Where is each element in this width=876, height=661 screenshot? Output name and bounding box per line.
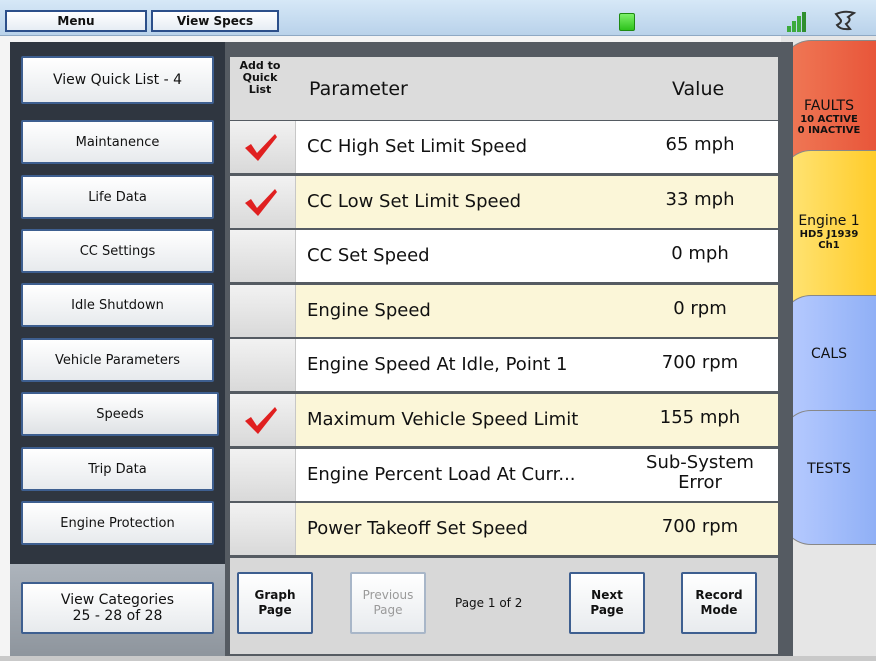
parameter-name: Engine Speed: [307, 299, 431, 321]
parameter-name: Maximum Vehicle Speed Limit: [307, 409, 579, 430]
table-row[interactable]: CC Low Set Limit Speed 33 mph: [230, 175, 778, 228]
sidebar-item-trip-data[interactable]: Trip Data: [21, 447, 214, 491]
parameter-name: CC High Set Limit Speed: [307, 136, 527, 157]
parameter-value-line1: 33 mph: [665, 188, 735, 210]
menu-button[interactable]: Menu: [5, 10, 147, 32]
table-row[interactable]: Engine Speed At Idle, Point 1 700 rpm: [230, 339, 778, 392]
sidebar-item-engine-protection[interactable]: Engine Protection: [21, 501, 214, 545]
parameter-value: Sub-System Error: [625, 451, 775, 493]
column-header-parameter: Parameter: [309, 78, 408, 100]
quick-list-checkbox[interactable]: [230, 284, 296, 337]
quick-list-checkbox[interactable]: [230, 121, 296, 173]
status-led-icon: [619, 13, 635, 31]
column-header-quick-line3: List: [248, 83, 272, 96]
parameter-value: 33 mph: [625, 188, 775, 210]
parameter-value: 0 rpm: [625, 297, 775, 319]
previous-page-line1: Previous: [362, 588, 414, 602]
parameter-name: CC Low Set Limit Speed: [307, 190, 522, 212]
graph-page-line1: Graph: [254, 588, 296, 602]
tab-faults-inactive: 0 INACTIVE: [797, 125, 861, 136]
checkmark-icon: [245, 134, 277, 161]
graph-page-line2: Page: [258, 603, 292, 617]
column-header-value: Value: [672, 78, 725, 100]
table-row[interactable]: Engine Percent Load At Curr... Sub-System…: [230, 448, 778, 501]
checkmark-icon: [245, 407, 277, 434]
sidebar-item-life-data[interactable]: Life Data: [21, 175, 214, 219]
tab-cals-title: CALS: [810, 346, 848, 362]
parameter-name: Power Takeoff Set Speed: [307, 518, 528, 540]
column-header-quick-list: Add to Quick List: [230, 60, 290, 96]
parameter-name: Engine Speed At Idle, Point 1: [307, 354, 568, 376]
quick-list-checkbox[interactable]: [230, 394, 296, 446]
brand-logo-icon: [834, 10, 857, 31]
app-window: Menu View Specs FAULTS 10 ACTIVE 0 INACT…: [0, 0, 876, 661]
quick-list-checkbox[interactable]: [230, 175, 296, 228]
tab-engine-protocol: HD5 J1939: [799, 229, 859, 240]
view-quick-list-button[interactable]: View Quick List - 4: [21, 56, 214, 104]
view-specs-button[interactable]: View Specs: [151, 10, 279, 32]
parameter-name: Engine Percent Load At Curr...: [307, 463, 576, 485]
next-page-line1: Next: [591, 588, 623, 602]
parameter-value: 700 rpm: [625, 353, 775, 373]
view-categories-label: View Categories: [60, 592, 175, 608]
record-mode-button[interactable]: Record Mode: [681, 572, 757, 634]
parameter-value: 155 mph: [625, 408, 775, 428]
previous-page-button[interactable]: Previous Page: [350, 572, 426, 634]
parameter-value-line1: Sub-System: [646, 451, 754, 473]
tab-engine-title: Engine 1: [798, 213, 860, 229]
tab-faults-active: 10 ACTIVE: [800, 114, 858, 125]
signal-bars-icon: [787, 12, 807, 32]
page-indicator: Page 1 of 2: [455, 596, 523, 610]
tab-tests-title: TESTS: [807, 461, 851, 477]
tab-faults-title: FAULTS: [804, 98, 854, 114]
checkmark-icon: [245, 188, 277, 216]
sidebar-item-cc-settings[interactable]: CC Settings: [21, 229, 214, 273]
quick-list-checkbox[interactable]: [230, 339, 296, 392]
table-row[interactable]: CC Set Speed 0 mph: [230, 230, 778, 283]
record-mode-line1: Record: [695, 588, 743, 602]
previous-page-line2: Page: [373, 603, 403, 617]
view-categories-button[interactable]: View Categories 25 - 28 of 28: [21, 582, 214, 634]
tab-tests[interactable]: TESTS: [781, 410, 876, 545]
parameter-value-line1: 700 rpm: [661, 516, 739, 538]
graph-page-button[interactable]: Graph Page: [237, 572, 313, 634]
tab-engine[interactable]: Engine 1 HD5 J1939 Ch1: [781, 150, 876, 310]
record-mode-line2: Mode: [700, 603, 738, 617]
next-page-button[interactable]: Next Page: [569, 572, 645, 634]
sidebar-item-idle-shutdown[interactable]: Idle Shutdown: [21, 283, 214, 327]
quick-list-checkbox[interactable]: [230, 448, 296, 501]
parameter-value-line1: 155 mph: [659, 407, 741, 428]
parameter-value: 700 rpm: [625, 517, 775, 537]
quick-list-checkbox[interactable]: [230, 503, 296, 556]
parameter-value-line1: 700 rpm: [661, 352, 739, 374]
parameter-value-line1: 65 mph: [665, 134, 735, 155]
bottom-bar: [0, 656, 876, 661]
parameter-name: CC Set Speed: [307, 245, 430, 267]
sidebar-item-maintanence[interactable]: Maintanence: [21, 120, 214, 164]
quick-list-checkbox[interactable]: [230, 230, 296, 283]
top-bar: Menu View Specs: [0, 0, 876, 36]
parameter-value-line1: 0 rpm: [673, 297, 727, 319]
next-page-line2: Page: [590, 603, 624, 617]
sidebar-item-vehicle-parameters[interactable]: Vehicle Parameters: [21, 338, 214, 382]
parameter-value-line1: 0 mph: [671, 243, 729, 265]
sidebar-item-speeds[interactable]: Speeds: [21, 392, 219, 436]
parameter-value: 0 mph: [625, 244, 775, 264]
table-row[interactable]: Maximum Vehicle Speed Limit 155 mph: [230, 394, 778, 446]
table-row[interactable]: CC High Set Limit Speed 65 mph: [230, 121, 778, 173]
table-row[interactable]: Power Takeoff Set Speed 700 rpm: [230, 503, 778, 556]
categories-range: 25 - 28 of 28: [72, 608, 163, 624]
tab-engine-channel: Ch1: [818, 240, 840, 251]
parameter-value-line2: Error: [678, 471, 722, 493]
parameter-value: 65 mph: [625, 135, 775, 155]
table-row[interactable]: Engine Speed 0 rpm: [230, 284, 778, 337]
